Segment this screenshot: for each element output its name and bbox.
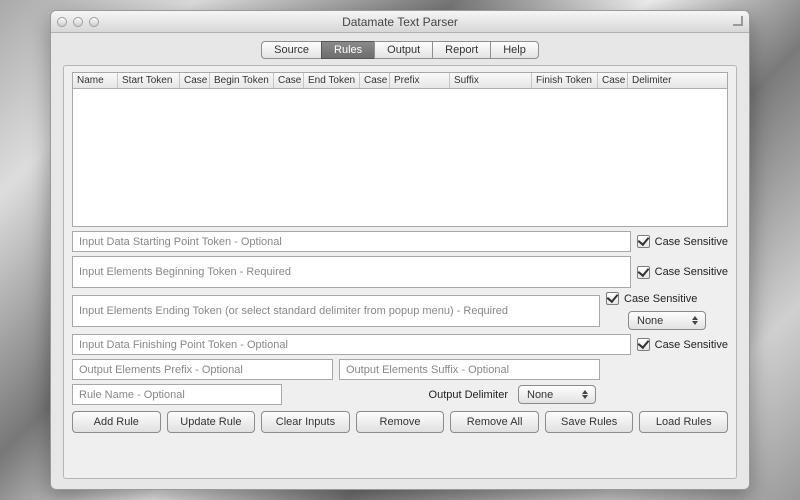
tab-report[interactable]: Report xyxy=(432,41,490,59)
app-window: Datamate Text Parser SourceRulesOutputRe… xyxy=(50,10,750,490)
tabbar: SourceRulesOutputReportHelp xyxy=(63,41,737,59)
rule-name-input[interactable]: Rule Name - Optional xyxy=(72,384,282,405)
column-header[interactable]: Case xyxy=(360,73,390,88)
updown-icon xyxy=(579,390,591,399)
checkbox-label: Case Sensitive xyxy=(655,339,728,351)
remove-all-button[interactable]: Remove All xyxy=(450,411,539,433)
row-begin-token: Input Elements Beginning Token - Require… xyxy=(72,256,728,288)
tab-help[interactable]: Help xyxy=(490,41,539,59)
row-finish-token: Input Data Finishing Point Token - Optio… xyxy=(72,334,728,355)
row-end-token: Input Elements Ending Token (or select s… xyxy=(72,292,728,330)
row-start-token: Input Data Starting Point Token - Option… xyxy=(72,231,728,252)
window-body: SourceRulesOutputReportHelp NameStart To… xyxy=(51,33,749,489)
checkmark-icon xyxy=(606,292,619,305)
remove-button[interactable]: Remove xyxy=(356,411,445,433)
end-token-case-checkbox[interactable]: Case Sensitive xyxy=(606,292,697,305)
checkmark-icon xyxy=(637,235,650,248)
end-delimiter-select[interactable]: None xyxy=(628,311,706,330)
select-value: None xyxy=(637,315,663,327)
table-header: NameStart TokenCaseBegin TokenCaseEnd To… xyxy=(73,73,727,89)
finish-token-input[interactable]: Input Data Finishing Point Token - Optio… xyxy=(72,334,631,355)
column-header[interactable]: Prefix xyxy=(390,73,450,88)
row-rulename-delim: Rule Name - Optional Output Delimiter No… xyxy=(72,384,728,405)
clear-inputs-button[interactable]: Clear Inputs xyxy=(261,411,350,433)
output-delimiter-label: Output Delimiter xyxy=(429,389,508,401)
start-token-case-checkbox[interactable]: Case Sensitive xyxy=(637,235,728,248)
save-rules-button[interactable]: Save Rules xyxy=(545,411,634,433)
select-value: None xyxy=(527,389,553,401)
row-prefix-suffix: Output Elements Prefix - Optional Output… xyxy=(72,359,728,380)
suffix-input[interactable]: Output Elements Suffix - Optional xyxy=(339,359,600,380)
column-header[interactable]: Start Token xyxy=(118,73,180,88)
load-rules-button[interactable]: Load Rules xyxy=(639,411,728,433)
tab-rules[interactable]: Rules xyxy=(321,41,374,59)
update-rule-button[interactable]: Update Rule xyxy=(167,411,256,433)
tab-output[interactable]: Output xyxy=(374,41,432,59)
column-header[interactable]: Finish Token xyxy=(532,73,598,88)
end-token-input[interactable]: Input Elements Ending Token (or select s… xyxy=(72,295,600,327)
window-title: Datamate Text Parser xyxy=(51,15,749,29)
column-header[interactable]: Case xyxy=(180,73,210,88)
begin-token-input[interactable]: Input Elements Beginning Token - Require… xyxy=(72,256,631,288)
table-body[interactable] xyxy=(73,89,727,226)
begin-token-case-checkbox[interactable]: Case Sensitive xyxy=(637,266,728,279)
checkmark-icon xyxy=(637,266,650,279)
button-row: Add Rule Update RuleClear Inputs RemoveRem… xyxy=(72,411,728,433)
prefix-input[interactable]: Output Elements Prefix - Optional xyxy=(72,359,333,380)
rules-table: NameStart TokenCaseBegin TokenCaseEnd To… xyxy=(72,72,728,227)
resize-icon[interactable] xyxy=(733,16,743,26)
tab-source[interactable]: Source xyxy=(261,41,321,59)
add-rule-button[interactable]: Add Rule xyxy=(72,411,161,433)
column-header[interactable]: Delimiter xyxy=(628,73,678,88)
finish-token-case-checkbox[interactable]: Case Sensitive xyxy=(637,338,728,351)
column-header[interactable]: Case xyxy=(598,73,628,88)
column-header[interactable]: Suffix xyxy=(450,73,532,88)
column-header[interactable]: Name xyxy=(73,73,118,88)
output-delimiter-select[interactable]: None xyxy=(518,385,596,404)
checkbox-label: Case Sensitive xyxy=(624,293,697,305)
column-header[interactable]: Case xyxy=(274,73,304,88)
rules-panel: NameStart TokenCaseBegin TokenCaseEnd To… xyxy=(63,65,737,479)
start-token-input[interactable]: Input Data Starting Point Token - Option… xyxy=(72,231,631,252)
end-token-side: Case Sensitive None xyxy=(606,292,728,330)
column-header[interactable]: Begin Token xyxy=(210,73,274,88)
checkmark-icon xyxy=(637,338,650,351)
checkbox-label: Case Sensitive xyxy=(655,266,728,278)
checkbox-label: Case Sensitive xyxy=(655,236,728,248)
column-header[interactable]: End Token xyxy=(304,73,360,88)
titlebar: Datamate Text Parser xyxy=(51,11,749,33)
updown-icon xyxy=(689,316,701,325)
